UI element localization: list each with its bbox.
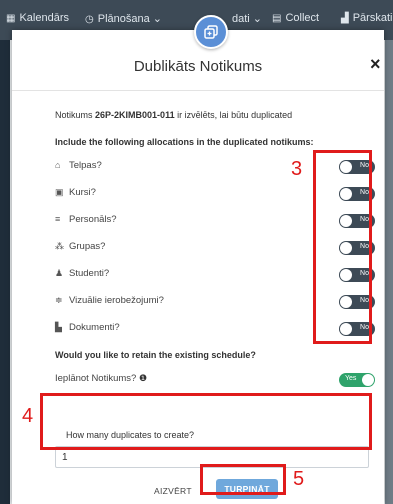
allocation-row-personnel: ≡ Personāls? No xyxy=(55,214,375,230)
bar-chart-icon: ▟ xyxy=(341,13,349,24)
background-overlay xyxy=(385,40,393,504)
students-toggle[interactable]: No xyxy=(339,268,375,282)
nav-reports[interactable]: ▟ Pārskati xyxy=(341,12,392,24)
nav-data[interactable]: dati ⌄ xyxy=(232,12,262,25)
nav-collect[interactable]: ▤ Collect xyxy=(272,12,319,24)
selected-event-notice: Notikums 26P-2KIMB001-011 ir izvēlēts, l… xyxy=(55,110,293,120)
schedule-event-toggle[interactable]: Yes xyxy=(339,373,375,387)
document-icon: ▙ xyxy=(55,322,62,332)
personnel-toggle[interactable]: No xyxy=(339,214,375,228)
annotation-label-3: 3 xyxy=(291,158,303,180)
clock-icon: ◷ xyxy=(85,14,94,25)
info-icon: ❶ xyxy=(138,373,148,383)
documents-toggle[interactable]: No xyxy=(339,322,375,336)
student-icon: ♟ xyxy=(55,268,64,278)
annotation-label-5: 5 xyxy=(293,468,305,490)
close-icon[interactable]: × xyxy=(370,54,381,75)
sliders-icon: ≑ xyxy=(55,295,63,305)
duplicate-icon xyxy=(194,15,228,49)
home-icon: ⌂ xyxy=(55,160,61,170)
nav-calendar[interactable]: ▦ Kalendārs xyxy=(6,12,69,24)
groups-toggle[interactable]: No xyxy=(339,241,375,255)
duplicates-count-label: How many duplicates to create? xyxy=(66,430,195,440)
duplicates-count-input[interactable] xyxy=(55,446,369,468)
background-sidebar xyxy=(0,40,10,504)
visual-constraints-toggle[interactable]: No xyxy=(339,295,375,309)
duplicate-event-dialog: Dublikāts Notikums × Notikums 26P-2KIMB0… xyxy=(12,30,384,504)
continue-button[interactable]: TURPINĀT xyxy=(216,479,278,499)
nav-planning[interactable]: ◷ Plānošana ⌄ xyxy=(85,12,162,25)
schedule-event-label: Ieplānot Notikums? xyxy=(55,373,137,384)
close-button[interactable]: AIZVĒRT xyxy=(154,486,192,496)
allocation-row-rooms: ⌂ Telpas? No xyxy=(55,160,375,176)
groups-icon: ⁂ xyxy=(55,241,64,251)
schedule-event-row: Ieplānot Notikums? ❶ Yes xyxy=(55,373,375,389)
retain-schedule-question: Would you like to retain the existing sc… xyxy=(55,350,256,360)
allocation-row-visual-constraints: ≑ Vizuālie ierobežojumi? No xyxy=(55,295,375,311)
allocation-row-groups: ⁂ Grupas? No xyxy=(55,241,375,257)
courses-toggle[interactable]: No xyxy=(339,187,375,201)
allocations-heading: Include the following allocations in the… xyxy=(55,137,314,147)
calendar-icon: ▦ xyxy=(6,13,16,24)
annotation-label-4: 4 xyxy=(22,405,34,427)
book-icon: ▣ xyxy=(55,187,64,197)
rooms-toggle[interactable]: No xyxy=(339,160,375,174)
allocation-row-documents: ▙ Dokumenti? No xyxy=(55,322,375,338)
dialog-title: Dublikāts Notikums xyxy=(133,58,263,75)
personnel-icon: ≡ xyxy=(55,214,61,224)
divider xyxy=(12,90,384,91)
list-icon: ▤ xyxy=(272,13,282,24)
allocation-row-courses: ▣ Kursi? No xyxy=(55,187,375,203)
event-code: 26P-2KIMB001-011 xyxy=(95,110,175,120)
allocation-row-students: ♟ Studenti? No xyxy=(55,268,375,284)
